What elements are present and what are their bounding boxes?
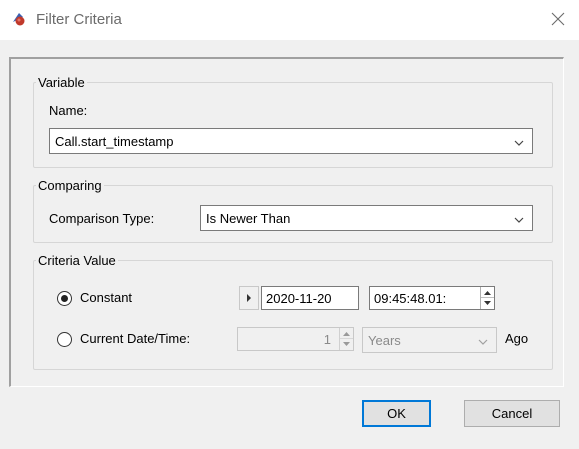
date-value: 2020-11-20: [266, 291, 332, 306]
ok-button[interactable]: OK: [362, 400, 431, 427]
unit-select[interactable]: Years: [362, 327, 497, 353]
amount-input[interactable]: 1: [237, 327, 354, 351]
amount-spinner[interactable]: [339, 328, 353, 350]
comparing-group-label: Comparing: [38, 178, 102, 193]
chevron-down-icon: [478, 335, 488, 345]
comparison-type-label: Comparison Type:: [49, 211, 155, 226]
time-input[interactable]: 09:45:48.01:: [369, 286, 495, 310]
comparison-type-value: Is Newer Than: [206, 211, 291, 226]
current-datetime-label: Current Date/Time:: [80, 331, 191, 346]
amount-value: 1: [323, 332, 331, 347]
spin-down-icon: [343, 342, 350, 346]
variable-name-select[interactable]: Call.start_timestamp: [49, 128, 533, 154]
chevron-down-icon: [514, 213, 524, 223]
variable-group: Variable: [33, 75, 553, 168]
criteria-value-group-label: Criteria Value: [38, 253, 116, 268]
name-label: Name:: [49, 103, 88, 118]
app-icon: [11, 11, 27, 27]
close-icon[interactable]: [548, 9, 568, 29]
current-datetime-radio[interactable]: [57, 332, 72, 347]
cancel-button[interactable]: Cancel: [464, 400, 560, 427]
comparison-type-select[interactable]: Is Newer Than: [200, 205, 533, 231]
unit-value: Years: [368, 333, 401, 348]
title-bar: Filter Criteria: [0, 0, 579, 40]
chevron-right-icon: [247, 294, 251, 302]
date-picker-toggle[interactable]: [239, 286, 259, 310]
window-title: Filter Criteria: [36, 11, 122, 28]
variable-name-value: Call.start_timestamp: [55, 134, 174, 149]
constant-label: Constant: [80, 290, 133, 305]
time-spinner[interactable]: [480, 287, 494, 309]
chevron-down-icon: [514, 136, 524, 146]
variable-group-label: Variable: [38, 75, 85, 90]
spin-down-icon: [484, 301, 491, 305]
constant-radio[interactable]: [57, 291, 72, 306]
date-input[interactable]: 2020-11-20: [261, 286, 359, 310]
ago-label: Ago: [505, 331, 529, 346]
time-value: 09:45:48.01:: [374, 291, 447, 306]
